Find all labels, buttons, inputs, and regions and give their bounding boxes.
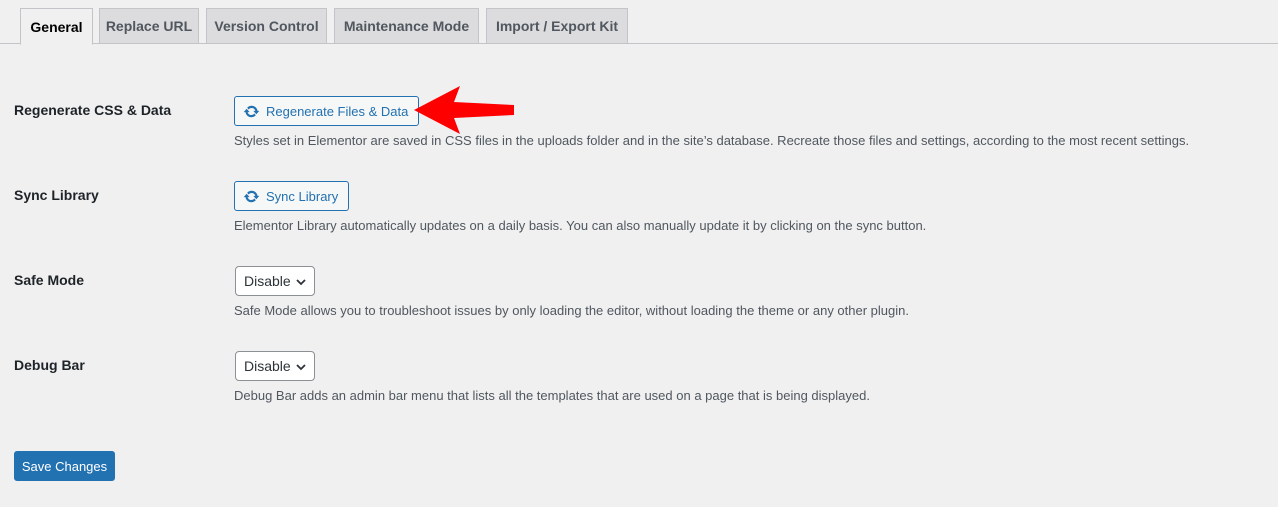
- sync-library-description: Elementor Library automatically updates …: [234, 218, 927, 233]
- refresh-icon: [243, 190, 260, 202]
- sync-library-button[interactable]: Sync Library: [234, 181, 350, 211]
- tab-general[interactable]: General: [20, 8, 93, 45]
- sync-library-label: Sync Library: [14, 187, 99, 203]
- regenerate-files-button-label: Regenerate Files & Data: [266, 103, 409, 119]
- tab-version-control[interactable]: Version Control: [206, 8, 327, 44]
- debug-bar-value: Disable: [244, 358, 291, 374]
- regenerate-label: Regenerate CSS & Data: [14, 102, 172, 118]
- debug-bar-select[interactable]: Disable: [235, 351, 315, 381]
- tab-replace-url[interactable]: Replace URL: [99, 8, 199, 44]
- debug-bar-description: Debug Bar adds an admin bar menu that li…: [234, 388, 870, 403]
- save-changes-button[interactable]: Save Changes: [14, 451, 115, 481]
- refresh-icon: [243, 105, 260, 117]
- sync-library-button-label: Sync Library: [266, 188, 339, 204]
- safe-mode-description: Safe Mode allows you to troubleshoot iss…: [234, 303, 909, 318]
- safe-mode-select[interactable]: Disable: [235, 266, 315, 296]
- safe-mode-label: Safe Mode: [14, 272, 85, 288]
- tab-maintenance-mode[interactable]: Maintenance Mode: [334, 8, 479, 44]
- regenerate-description: Styles set in Elementor are saved in CSS…: [234, 133, 1190, 148]
- chevron-down-icon: [296, 279, 306, 286]
- debug-bar-label: Debug Bar: [14, 357, 85, 373]
- tab-import-export-kit[interactable]: Import / Export Kit: [486, 8, 628, 44]
- settings-tabs: General Replace URL Version Control Main…: [0, 0, 1278, 45]
- chevron-down-icon: [296, 364, 306, 371]
- annotation-arrow-icon: [414, 86, 514, 134]
- regenerate-files-button[interactable]: Regenerate Files & Data: [234, 96, 420, 126]
- safe-mode-value: Disable: [244, 273, 291, 289]
